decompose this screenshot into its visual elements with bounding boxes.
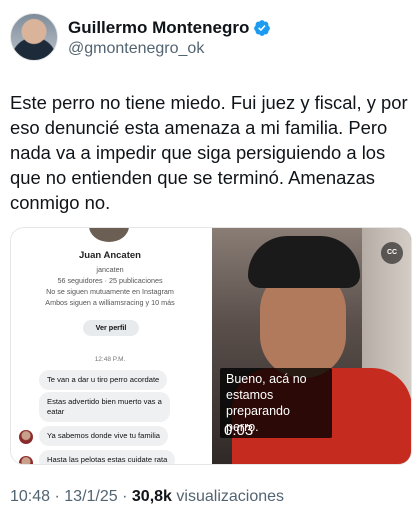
author-handle[interactable]: @gmontenegro_ok [68,40,204,58]
dm-sender-avatar [19,456,33,464]
author-name[interactable]: Guillermo Montenegro [68,18,249,38]
dm-message: Hasta las pelotas estas cuidate rata [39,450,176,464]
dm-message: Ya sabemos donde vive tu familia [39,426,168,446]
tweet-media[interactable]: Juan Ancaten jancaten 56 seguidores · 25… [10,227,412,465]
author-avatar[interactable] [10,13,58,61]
dm-screenshot-image[interactable]: Juan Ancaten jancaten 56 seguidores · 25… [11,228,209,464]
dm-profile-avatar [89,228,129,242]
tweet-time[interactable]: 10:48 [10,488,50,505]
dm-profile-name: Juan Ancaten [79,250,141,261]
tweet-text: Este perro no tiene miedo. Fui juez y fi… [10,92,408,213]
dm-username: jancaten [96,265,124,274]
separator-dot: · [54,488,60,505]
dm-time: 12:48 P.M. [94,356,126,363]
tweet-date[interactable]: 13/1/25 [64,488,117,505]
views-label: visualizaciones [176,488,285,505]
author-name-row: Guillermo Montenegro [68,18,271,38]
dm-view-profile-button: Ver perfil [83,320,139,336]
verified-badge-icon [254,20,271,36]
tweet-footer: 10:48 · 13/1/25 · 30,8k visualizaciones [10,488,284,506]
closed-captions-button[interactable]: CC [381,242,403,264]
dm-sender-avatar [19,430,33,444]
views-count: 30,8k [131,488,172,505]
video-person-cap [248,236,360,288]
dm-message: Estas advertido bien muerto vas a eatar [39,392,170,422]
video-player[interactable]: CC Bueno, acá no estamos preparando perr… [212,228,411,464]
separator-dot: · [122,488,128,505]
dm-mutual-note: No se siguen mutuamente en Instagram [46,287,174,296]
dm-stats: 56 seguidores · 25 publicaciones [57,276,163,285]
dm-followers-note: Ambos siguen a williamsracing y 10 más [45,298,175,307]
dm-message: Te van a dar u tiro perro acordate [39,370,168,390]
video-duration: 0:03 [224,422,254,439]
tweet-header: Guillermo Montenegro @gmontenegro_ok [10,10,410,64]
